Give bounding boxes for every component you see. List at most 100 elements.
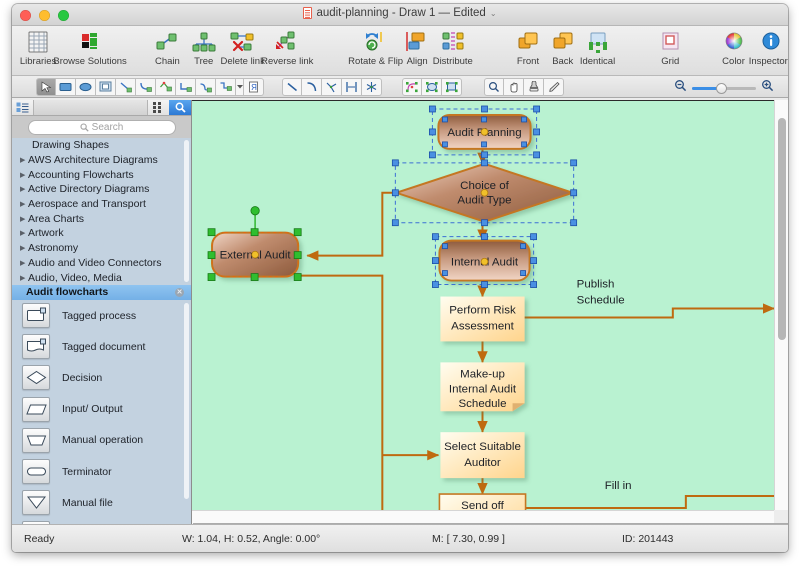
library-list-scrollbar[interactable]	[184, 140, 189, 282]
sidebar-item-audit-flowcharts[interactable]: Audit flowcharts ✕	[12, 284, 191, 300]
chevron-right-icon[interactable]: ▶	[20, 156, 28, 164]
palette-item-input-output[interactable]: Input/ Output	[12, 394, 191, 425]
node-label-line1: Send off	[461, 500, 504, 510]
tagged-document-shape	[22, 334, 50, 360]
hand-tool[interactable]	[504, 77, 524, 96]
frame-tool[interactable]	[96, 77, 116, 96]
straight-connector-tool[interactable]	[116, 77, 136, 96]
canvas-vertical-scrollbar[interactable]	[774, 100, 788, 510]
arc-tool[interactable]	[302, 77, 322, 96]
zoom-slider-control[interactable]	[674, 79, 774, 97]
search-input[interactable]: Search	[27, 119, 176, 135]
chevron-right-icon[interactable]: ▶	[20, 244, 28, 252]
library-label: Audio and Video Connectors	[28, 256, 162, 269]
flowchart-diagram[interactable]: Audit Planning Choice of Audit Type Exte…	[192, 101, 774, 510]
bezier-connector-tool[interactable]	[216, 77, 236, 96]
node-perform-risk-assessment[interactable]: Perform Risk Assessment	[440, 296, 525, 342]
drawing-canvas[interactable]: Audit Planning Choice of Audit Type Exte…	[192, 100, 774, 510]
node-audit-planning[interactable]: Audit Planning	[429, 105, 540, 159]
group-tool[interactable]	[422, 77, 442, 96]
shape-palette-scrollbar[interactable]	[184, 303, 189, 499]
star-tool[interactable]	[362, 77, 382, 96]
sidebar-item-audio-video-media[interactable]: ▶ Audio, Video, Media	[12, 270, 191, 285]
smart-connector-tool[interactable]	[156, 77, 176, 96]
palette-item-tagged-document[interactable]: Tagged document	[12, 331, 191, 362]
toolbar-inspectors-button[interactable]: Inspectors	[749, 29, 788, 67]
canvas-vertical-scroll-thumb[interactable]	[778, 118, 786, 340]
palette-item-manual-operation[interactable]: Manual operation	[12, 425, 191, 456]
node-internal-audit[interactable]: Internal Audit	[432, 233, 537, 288]
main-toolbar: Libraries Browse Solutions Chain Tree De…	[12, 26, 788, 76]
palette-item-manual-file[interactable]: Manual file	[12, 487, 191, 518]
toolbar-front-button[interactable]: Front	[513, 29, 543, 67]
chevron-down-icon[interactable]: ⌄	[490, 9, 497, 18]
sidebar-item-accounting-flowcharts[interactable]: ▶ Accounting Flowcharts	[12, 167, 191, 182]
pointer-tool[interactable]	[36, 77, 56, 96]
sidebar-item-aws-architecture-diagrams[interactable]: ▶ AWS Architecture Diagrams	[12, 153, 191, 168]
toolbar-reverse-link-button[interactable]: Reverse link	[261, 29, 313, 67]
toolbar-back-button[interactable]: Back	[548, 29, 578, 67]
chevron-right-icon[interactable]: ▶	[20, 259, 28, 267]
node-make-up-internal-audit-schedule[interactable]: Make-up Internal Audit Schedule	[440, 362, 525, 412]
sidebar-item-aerospace-and-transport[interactable]: ▶ Aerospace and Transport	[12, 197, 191, 212]
node-external-audit[interactable]: External Audit	[207, 206, 302, 281]
sidebar-item-astronomy[interactable]: ▶ Astronomy	[12, 241, 191, 256]
curved-connector-tool[interactable]	[196, 77, 216, 96]
status-ready: Ready	[24, 532, 55, 545]
sidebar-item-active-directory-diagrams[interactable]: ▶ Active Directory Diagrams	[12, 182, 191, 197]
zoom-in-icon[interactable]	[761, 79, 774, 97]
canvas-horizontal-scrollbar[interactable]	[192, 510, 774, 524]
list-view-icon[interactable]	[12, 100, 34, 115]
sidebar-search-button[interactable]	[169, 100, 191, 115]
palette-item-terminator[interactable]: Terminator	[12, 456, 191, 487]
connector-dropdown[interactable]	[236, 77, 244, 96]
chevron-right-icon[interactable]: ▶	[20, 215, 28, 223]
zoom-slider-track[interactable]	[692, 82, 756, 94]
toolbar-distribute-button[interactable]: Distribute	[433, 29, 473, 67]
toolbar-tree-button[interactable]: Tree	[189, 29, 219, 67]
library-list[interactable]: Drawing Shapes ▶ AWS Architecture Diagra…	[12, 138, 191, 300]
toolbar-identical-button[interactable]: Identical	[580, 29, 615, 67]
toolbar-rotate-flip-button[interactable]: Rotate & Flip	[348, 29, 403, 67]
palette-item-tagged-process[interactable]: Tagged process	[12, 300, 191, 331]
align-icon	[405, 29, 429, 55]
sidebar-item-drawing-shapes[interactable]: Drawing Shapes	[12, 138, 191, 153]
toolbar-chain-button[interactable]: Chain	[152, 29, 182, 67]
zoom-out-icon[interactable]	[674, 79, 687, 97]
sidebar-item-audio-and-video-connectors[interactable]: ▶ Audio and Video Connectors	[12, 256, 191, 271]
chevron-right-icon[interactable]: ▶	[20, 200, 28, 208]
node-select-suitable-auditor[interactable]: Select Suitable Auditor	[440, 432, 525, 479]
ungroup-tool[interactable]	[442, 77, 462, 96]
ellipse-tool[interactable]	[76, 77, 96, 96]
rotate-tool[interactable]	[402, 77, 422, 96]
chevron-right-icon[interactable]: ▶	[20, 274, 28, 282]
dimension-tool[interactable]	[342, 77, 362, 96]
sidebar-item-artwork[interactable]: ▶ Artwork	[12, 226, 191, 241]
grid-view-icon[interactable]	[147, 100, 169, 115]
rectangle-tool[interactable]	[56, 77, 76, 96]
right-angle-connector-tool[interactable]	[176, 77, 196, 96]
chevron-right-icon[interactable]: ▶	[20, 229, 28, 237]
toolbar-browse-solutions-button[interactable]: Browse Solutions	[53, 29, 127, 67]
chevron-right-icon[interactable]: ▶	[20, 171, 28, 179]
toolbar-delete-link-button[interactable]: Delete link	[220, 29, 265, 67]
text-tool[interactable]: Я	[244, 77, 264, 96]
chevron-right-icon[interactable]: ▶	[20, 185, 28, 193]
toolbar-color-button[interactable]: Color	[719, 29, 749, 67]
node-send-off-pre-audit-questionnaire[interactable]: Send off Pre-Audit Questionnaire	[438, 493, 527, 510]
polyline-tool[interactable]	[322, 77, 342, 96]
palette-item-decision[interactable]: Decision	[12, 362, 191, 393]
line-tool[interactable]	[282, 77, 302, 96]
zoom-tool[interactable]	[484, 77, 504, 96]
node-choice-of-audit-type[interactable]: Choice of Audit Type	[391, 159, 578, 227]
toolbar-grid-button[interactable]: Grid	[655, 29, 685, 67]
sidebar-item-area-charts[interactable]: ▶ Area Charts	[12, 211, 191, 226]
close-icon[interactable]: ✕	[175, 287, 184, 297]
toolbar-align-button[interactable]: Align	[402, 29, 432, 67]
zoom-slider-knob[interactable]	[716, 82, 727, 94]
toolbar-libraries-button[interactable]: Libraries	[20, 29, 56, 67]
stamp-tool[interactable]	[524, 77, 544, 96]
elbow-connector-tool[interactable]	[136, 77, 156, 96]
pen-tool[interactable]	[544, 77, 564, 96]
shape-palette[interactable]: Tagged process Tagged document Decision	[12, 300, 191, 524]
